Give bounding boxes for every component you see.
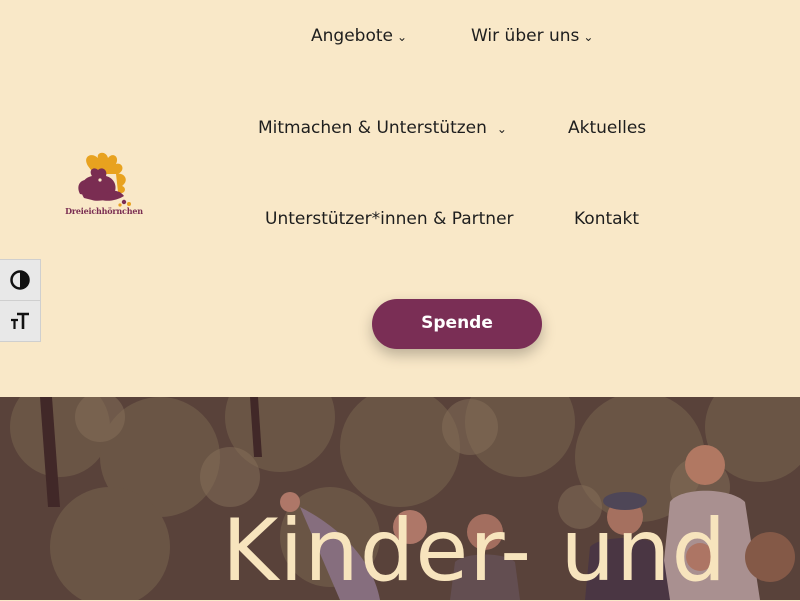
nav-item-angebote[interactable]: Angebote ⌄ <box>311 26 407 46</box>
font-size-button[interactable] <box>0 300 41 342</box>
chevron-down-icon: ⌄ <box>496 122 507 136</box>
logo-text: Dreieichhörnchen <box>65 206 143 216</box>
nav-item-label: Kontakt <box>574 209 640 229</box>
nav-item-mitmachen[interactable]: Mitmachen & Unterstützen ⌄ <box>258 118 507 138</box>
nav-item-kontakt[interactable]: Kontakt <box>574 209 639 229</box>
hero-title: Kinder- und <box>222 501 728 601</box>
site-header: Dreieichhörnchen Angebote ⌄ Wir über uns ⌄… <box>0 0 800 397</box>
nav-item-label: Unterstützer*innen & Partner <box>265 209 514 229</box>
nav-item-unterstuetzer[interactable]: Unterstützer*innen & Partner <box>265 209 514 229</box>
logo[interactable]: Dreieichhörnchen <box>58 150 150 222</box>
donate-button[interactable]: Spende <box>372 299 542 349</box>
squirrel-logo-icon <box>78 152 131 207</box>
font-size-icon <box>11 312 29 329</box>
chevron-down-icon: ⌄ <box>583 30 594 44</box>
nav-item-label: Angebote <box>311 26 393 46</box>
nav-item-aktuelles[interactable]: Aktuelles <box>568 118 646 138</box>
chevron-down-icon: ⌄ <box>396 30 408 44</box>
contrast-icon <box>10 270 30 290</box>
nav-item-wir-ueber-uns[interactable]: Wir über uns ⌄ <box>471 26 593 46</box>
nav-item-label: Mitmachen & Unterstützen <box>258 118 487 138</box>
nav-item-label: Aktuelles <box>568 118 647 138</box>
nav-item-label: Wir über uns <box>471 26 580 46</box>
contrast-toggle-button[interactable] <box>0 259 41 301</box>
